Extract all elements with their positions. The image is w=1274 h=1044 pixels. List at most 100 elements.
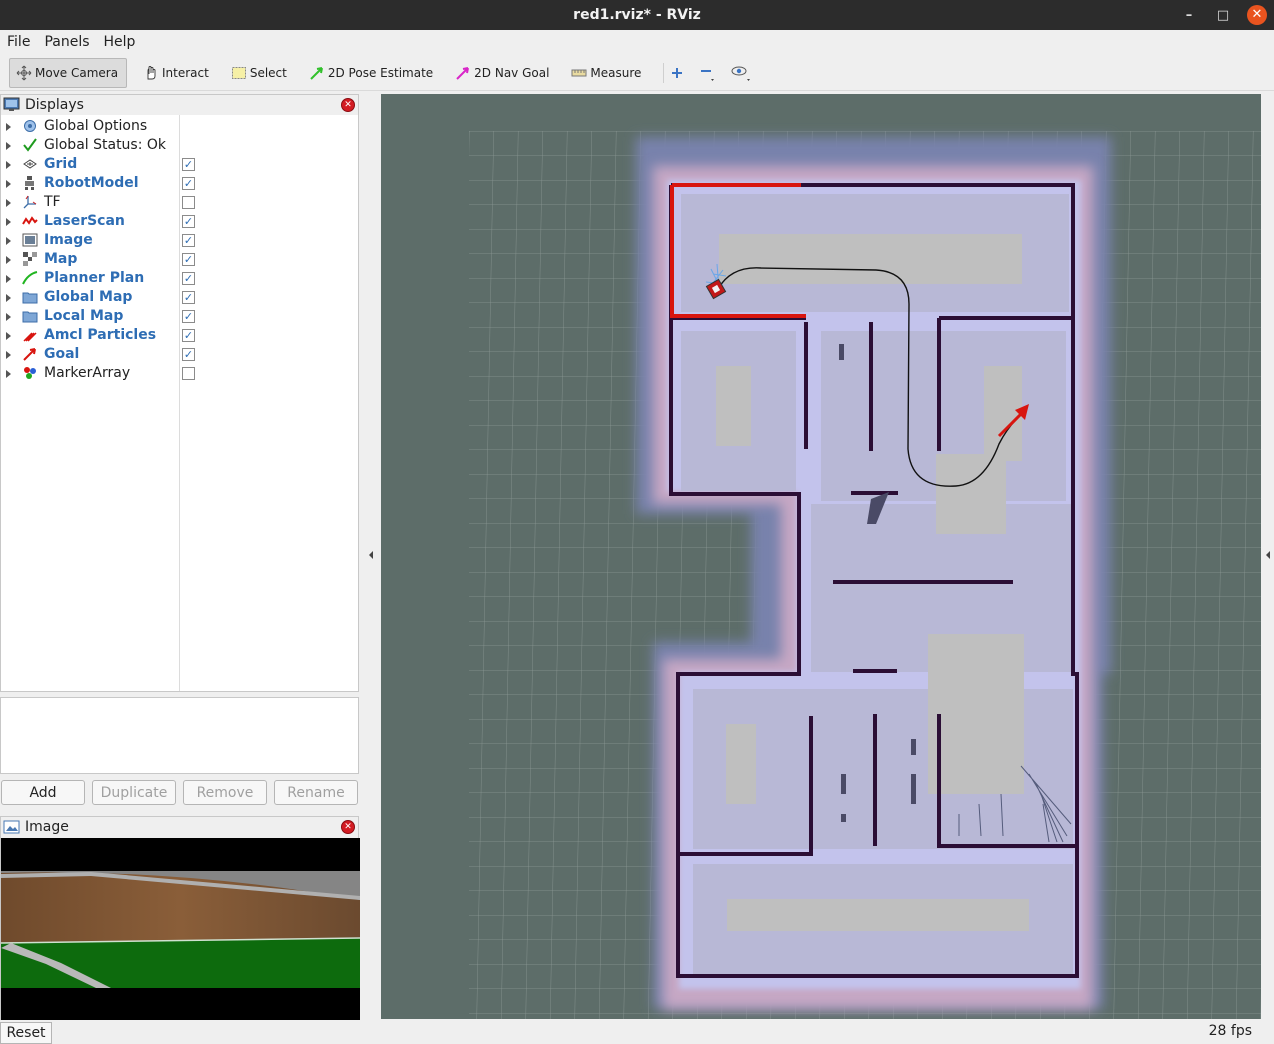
reset-button[interactable]: Reset — [0, 1022, 52, 1044]
expand-arrow-icon[interactable] — [6, 351, 11, 359]
close-panel-icon[interactable]: ✕ — [341, 98, 355, 112]
description-panel — [0, 697, 359, 774]
display-item-label: Global Status: Ok — [44, 137, 167, 153]
display-item[interactable]: TF — [1, 193, 358, 212]
display-enable-checkbox[interactable]: ✓ — [182, 329, 195, 342]
tool-bar: Move Camera Interact Select 2D Pose Esti… — [0, 55, 1274, 91]
laser-scan-icon — [22, 213, 38, 229]
expand-arrow-icon[interactable] — [6, 370, 11, 378]
display-enable-checkbox[interactable] — [182, 196, 195, 209]
expand-arrow-icon[interactable] — [6, 199, 11, 207]
move-camera-label: Move Camera — [35, 65, 119, 80]
display-enable-checkbox[interactable] — [182, 367, 195, 380]
display-item[interactable]: LaserScan ✓ — [1, 212, 358, 231]
display-item[interactable]: MarkerArray — [1, 364, 358, 383]
display-item-label: Map — [44, 251, 78, 267]
menu-panels[interactable]: Panels — [44, 34, 89, 50]
add-button[interactable]: Add — [1, 780, 85, 805]
displays-tree: Global Options Global Status: Ok Grid ✓ Robo… — [1, 115, 358, 691]
expand-arrow-icon[interactable] — [6, 123, 11, 131]
display-enable-checkbox[interactable]: ✓ — [182, 234, 195, 247]
display-item[interactable]: Global Map ✓ — [1, 288, 358, 307]
display-item[interactable]: Local Map ✓ — [1, 307, 358, 326]
display-item-label: RobotModel — [44, 175, 139, 191]
expand-arrow-icon[interactable] — [6, 256, 11, 264]
map-icon — [22, 251, 38, 267]
right-dock-handle[interactable] — [1261, 94, 1274, 1019]
minimize-icon[interactable]: – — [1172, 0, 1206, 30]
arrow-icon — [22, 346, 38, 362]
select-icon — [231, 66, 246, 79]
eye-icon[interactable] — [730, 64, 752, 82]
image-panel: Image ✕ — [0, 816, 360, 1020]
display-item-label: Local Map — [44, 308, 124, 324]
splitter-handle[interactable] — [364, 94, 378, 1019]
expand-arrow-icon[interactable] — [6, 161, 11, 169]
interact-button[interactable]: Interact — [137, 58, 215, 88]
remove-tool-icon[interactable] — [698, 64, 716, 82]
path-icon — [22, 270, 38, 286]
select-button[interactable]: Select — [225, 58, 293, 88]
expand-arrow-icon[interactable] — [6, 313, 11, 321]
folder-icon — [22, 289, 38, 305]
camera-image-view — [1, 838, 360, 1020]
displays-panel: Displays ✕ Global Options Global Status: … — [0, 94, 359, 692]
display-enable-checkbox[interactable]: ✓ — [182, 158, 195, 171]
expand-arrow-icon[interactable] — [6, 180, 11, 188]
display-item-label: LaserScan — [44, 213, 125, 229]
display-item-label: Grid — [44, 156, 78, 172]
display-enable-checkbox[interactable]: ✓ — [182, 215, 195, 228]
display-enable-checkbox[interactable]: ✓ — [182, 253, 195, 266]
green-arrow-icon — [310, 66, 323, 80]
expand-arrow-icon[interactable] — [6, 332, 11, 340]
display-enable-checkbox[interactable]: ✓ — [182, 177, 195, 190]
add-tool-icon[interactable] — [670, 66, 684, 80]
display-item[interactable]: Planner Plan ✓ — [1, 269, 358, 288]
display-item-label: Goal — [44, 346, 80, 362]
render-viewport[interactable] — [381, 94, 1261, 1019]
display-enable-checkbox[interactable]: ✓ — [182, 291, 195, 304]
grid-icon — [22, 156, 38, 172]
display-item[interactable]: Amcl Particles ✓ — [1, 326, 358, 345]
display-item[interactable]: Map ✓ — [1, 250, 358, 269]
expand-arrow-icon[interactable] — [6, 237, 11, 245]
pose-estimate-button[interactable]: 2D Pose Estimate — [303, 58, 439, 88]
display-item[interactable]: Global Status: Ok — [1, 136, 358, 155]
display-item-label: MarkerArray — [44, 365, 131, 381]
display-item[interactable]: Grid ✓ — [1, 155, 358, 174]
nav-goal-button[interactable]: 2D Nav Goal — [449, 58, 555, 88]
display-item[interactable]: Goal ✓ — [1, 345, 358, 364]
menu-bar: File Panels Help — [0, 30, 1274, 54]
rename-button[interactable]: Rename — [274, 780, 358, 805]
display-enable-checkbox[interactable]: ✓ — [182, 348, 195, 361]
fps-readout: 28 fps — [1208, 1023, 1252, 1039]
display-item[interactable]: Global Options — [1, 117, 358, 136]
expand-arrow-icon[interactable] — [6, 142, 11, 150]
measure-button[interactable]: Measure — [565, 58, 647, 88]
display-item[interactable]: Image ✓ — [1, 231, 358, 250]
close-panel-icon[interactable]: ✕ — [341, 820, 355, 834]
measure-label: Measure — [590, 65, 642, 80]
remove-button[interactable]: Remove — [183, 780, 267, 805]
display-enable-checkbox[interactable]: ✓ — [182, 272, 195, 285]
map-render — [469, 131, 1261, 1019]
display-item[interactable]: RobotModel ✓ — [1, 174, 358, 193]
display-item-label: Amcl Particles — [44, 327, 157, 343]
display-enable-checkbox[interactable]: ✓ — [182, 310, 195, 323]
expand-arrow-icon[interactable] — [6, 218, 11, 226]
window-controls: – □ ✕ — [1172, 0, 1274, 30]
interact-label: Interact — [162, 65, 209, 80]
expand-arrow-icon[interactable] — [6, 275, 11, 283]
menu-help[interactable]: Help — [104, 34, 136, 50]
maximize-icon[interactable]: □ — [1206, 0, 1240, 30]
ruler-icon — [571, 69, 587, 76]
display-item-label: Image — [44, 232, 93, 248]
close-icon[interactable]: ✕ — [1240, 0, 1274, 30]
status-bar: Reset 28 fps — [0, 1021, 1274, 1044]
display-item-label: Planner Plan — [44, 270, 145, 286]
duplicate-button[interactable]: Duplicate — [92, 780, 176, 805]
window-title: red1.rviz* - RViz — [573, 7, 701, 23]
move-camera-button[interactable]: Move Camera — [9, 57, 127, 88]
menu-file[interactable]: File — [7, 34, 30, 50]
expand-arrow-icon[interactable] — [6, 294, 11, 302]
